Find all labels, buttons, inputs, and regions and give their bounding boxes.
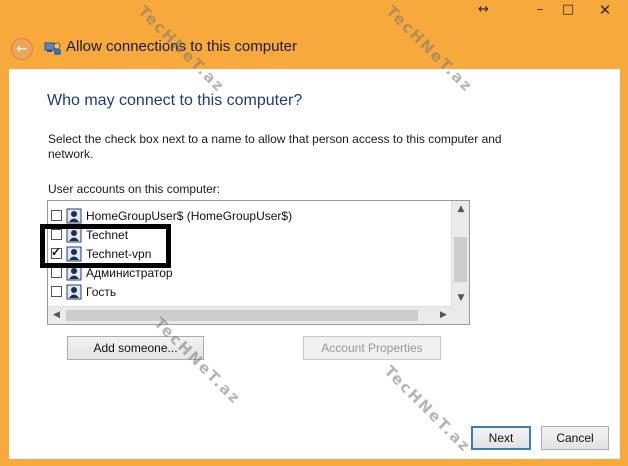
scroll-left-icon[interactable]: ◀ (48, 307, 65, 324)
user-list-item[interactable]: HomeGroupUser$ (HomeGroupUser$) (51, 206, 292, 225)
scroll-right-icon[interactable]: ▶ (435, 307, 452, 324)
next-button[interactable]: Next (471, 426, 531, 450)
user-account-icon (66, 284, 82, 299)
user-checkbox[interactable] (51, 286, 62, 297)
user-checkbox[interactable] (51, 267, 62, 278)
user-name-label: Гость (86, 284, 117, 299)
highlight-box (40, 224, 171, 268)
horizontal-scrollbar[interactable]: ◀ ▶ (48, 306, 452, 324)
minimize-button[interactable]: – (526, 0, 554, 20)
scroll-down-icon[interactable]: ▼ (452, 290, 469, 307)
maximize-button[interactable]: □ (554, 0, 582, 20)
back-button[interactable]: ← (11, 38, 33, 60)
user-list-item[interactable]: Гость (51, 282, 116, 301)
title-bar[interactable]: ↔ – □ ✕ (0, 0, 628, 26)
scroll-up-icon[interactable]: ▲ (452, 201, 469, 218)
vertical-scroll-thumb[interactable] (454, 237, 467, 282)
content-panel: Who may connect to this computer? Select… (9, 69, 620, 459)
account-properties-button[interactable]: Account Properties (303, 336, 441, 360)
user-name-label: HomeGroupUser$ (HomeGroupUser$) (86, 208, 293, 223)
user-list-label: User accounts on this computer: (48, 182, 221, 196)
add-someone-button[interactable]: Add someone... (67, 336, 204, 360)
scroll-corner (451, 306, 469, 324)
resize-icon: ↔ (478, 2, 489, 17)
vertical-scrollbar[interactable]: ▲ ▼ (451, 201, 469, 307)
dialog-window: ↔ – □ ✕ ← Allow connections to this comp… (0, 0, 628, 466)
page-heading: Who may connect to this computer? (47, 92, 303, 109)
cancel-button[interactable]: Cancel (541, 426, 609, 450)
horizontal-scroll-thumb[interactable] (66, 310, 418, 321)
window-controls: – □ ✕ (526, 0, 628, 22)
network-users-icon (44, 42, 61, 55)
instructions-text: Select the check box next to a name to a… (48, 132, 502, 161)
back-arrow-icon: ← (16, 41, 28, 57)
window-title: Allow connections to this computer (66, 38, 297, 55)
close-button[interactable]: ✕ (582, 0, 628, 20)
user-checkbox[interactable] (51, 210, 62, 221)
user-account-icon (66, 208, 82, 223)
